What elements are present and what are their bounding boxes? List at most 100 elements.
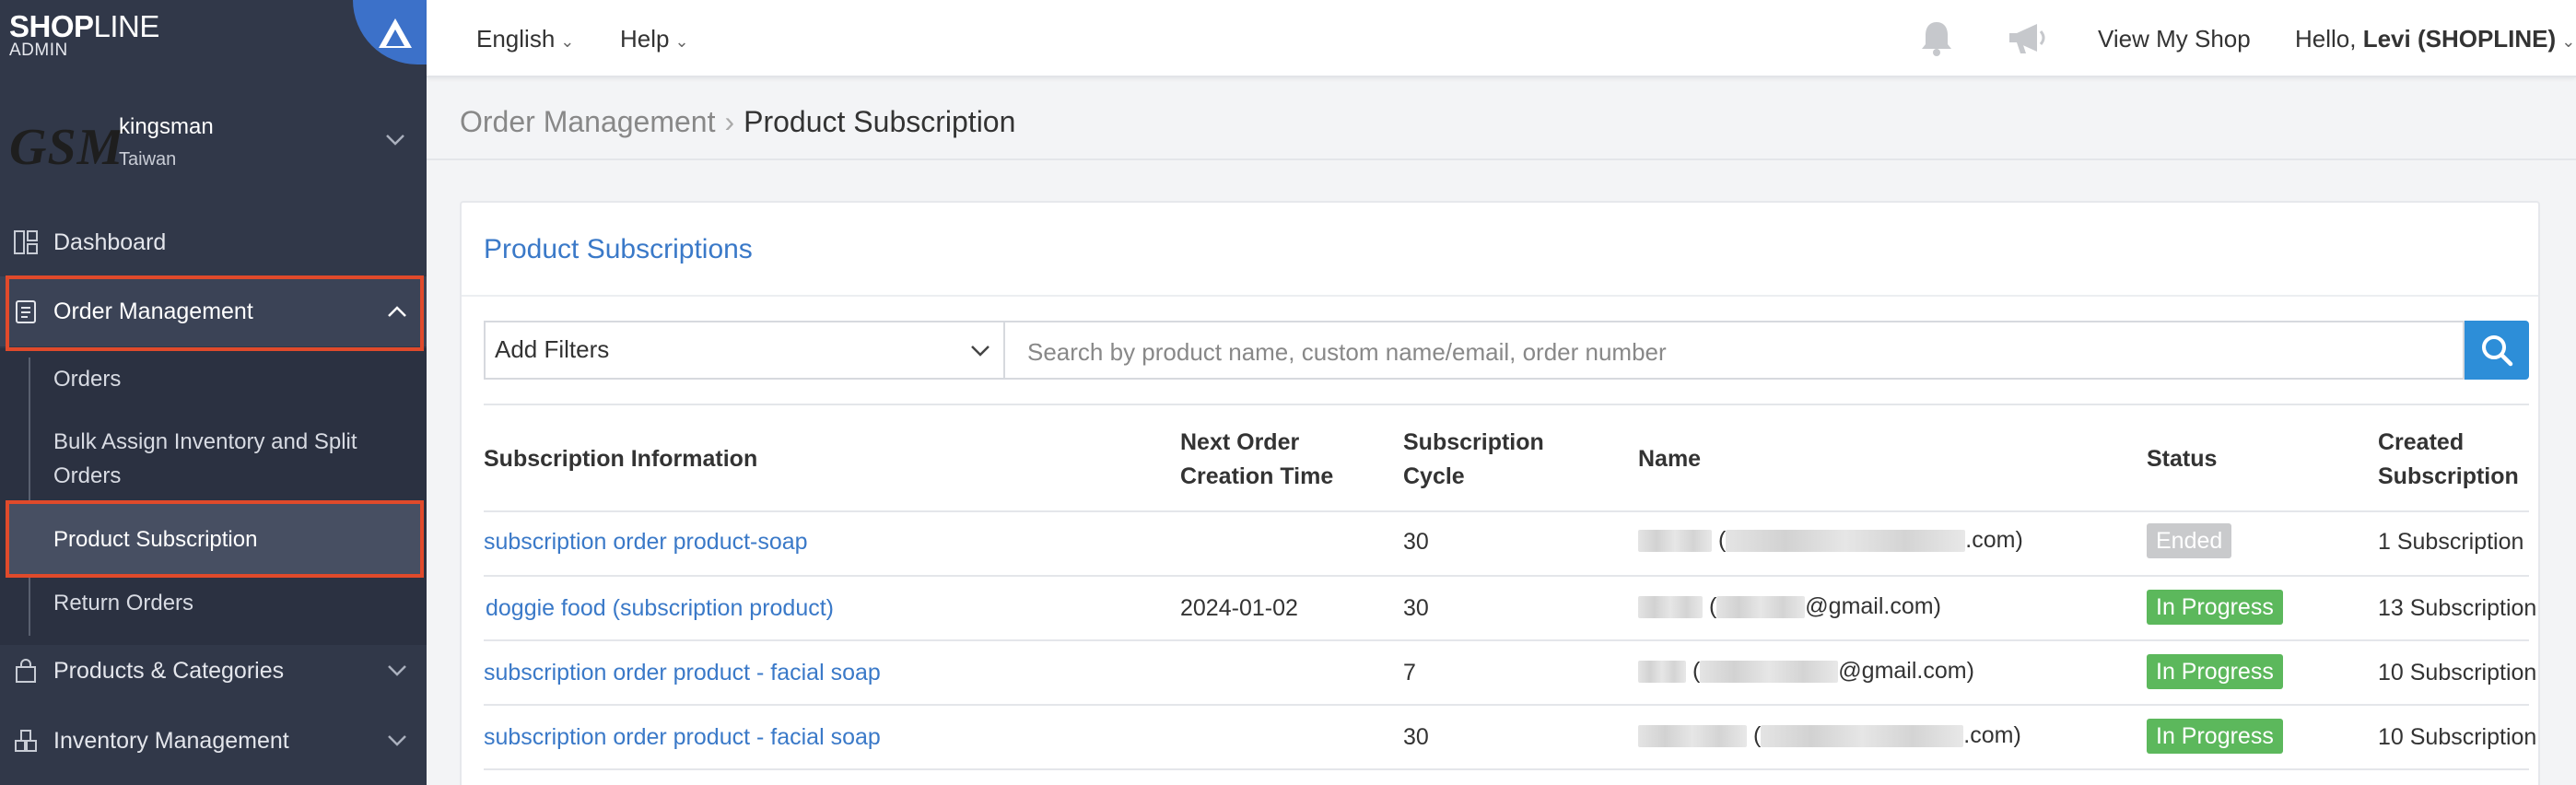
- header-subscription-info[interactable]: Subscription Information: [484, 442, 757, 476]
- panel-divider: [462, 295, 2538, 297]
- panel-title: Product Subscriptions: [484, 234, 753, 264]
- add-filters-select[interactable]: Add Filters: [484, 321, 1003, 380]
- breadcrumb-parent[interactable]: Order Management: [460, 105, 715, 138]
- logo-subtitle: ADMIN: [9, 41, 68, 60]
- header-line: Cycle: [1403, 463, 1465, 489]
- product-link[interactable]: subscription order product - facial soap: [484, 724, 881, 751]
- header-status[interactable]: Status: [2147, 442, 2217, 476]
- sidebar-subitem-bulk-assign[interactable]: Bulk Assign Inventory and Split Orders: [53, 425, 357, 493]
- sidebar-subitem-label-line1: Bulk Assign Inventory and Split: [53, 429, 357, 454]
- header-created-subscription[interactable]: Created Subscription: [2378, 426, 2519, 494]
- sidebar-item-label: Products & Categories: [53, 657, 285, 684]
- status-badge: In Progress: [2147, 590, 2283, 625]
- row-divider: [484, 768, 2529, 770]
- user-name: Levi (SHOPLINE): [2362, 25, 2557, 53]
- view-my-shop-link[interactable]: View My Shop: [2098, 25, 2251, 53]
- email-suffix: @gmail.com): [1838, 658, 1974, 684]
- sidebar-subitem-return-orders[interactable]: Return Orders: [53, 586, 193, 620]
- redacted-name: [1638, 725, 1747, 748]
- breadcrumb-separator-icon: ›: [724, 105, 735, 138]
- product-link[interactable]: doggie food (subscription product): [486, 595, 834, 622]
- megaphone-icon[interactable]: [2006, 18, 2050, 59]
- sidebar-item-inventory[interactable]: Inventory Management: [0, 706, 427, 776]
- user-menu[interactable]: Hello, Levi (SHOPLINE) ⌄: [2295, 25, 2575, 53]
- highlight-product-subscription: [6, 500, 424, 578]
- header-line: Subscription: [2378, 463, 2519, 489]
- row-divider: [484, 575, 2529, 577]
- search-icon: [2482, 335, 2513, 367]
- row-divider: [484, 639, 2529, 641]
- chevron-down-icon: ⌄: [2561, 32, 2576, 51]
- chevron-down-icon: [385, 131, 405, 152]
- logo-corner: [353, 0, 427, 64]
- help-dropdown[interactable]: Help ⌄: [620, 25, 689, 53]
- chevron-down-icon: ⌄: [560, 32, 575, 51]
- logo-bar: SHOPLINE ADMIN: [0, 0, 427, 64]
- chevron-down-icon: [388, 665, 406, 676]
- bell-icon[interactable]: [1917, 18, 1956, 59]
- customer-name: (@gmail.com): [1638, 593, 1941, 620]
- subscription-cycle: 30: [1403, 724, 1429, 750]
- sidebar-subitem-orders[interactable]: Orders: [53, 362, 121, 396]
- store-avatar: GSM: [9, 119, 124, 176]
- sidebar-item-label: Inventory Management: [53, 727, 289, 754]
- created-subscription[interactable]: 13 Subscription: [2378, 595, 2536, 622]
- language-label: English: [476, 25, 556, 53]
- header-name[interactable]: Name: [1638, 442, 1701, 476]
- subscription-cycle: 30: [1403, 529, 1429, 555]
- search-placeholder: Search by product name, custom name/emai…: [1027, 338, 1667, 366]
- logo-text-bold: SHOP: [9, 9, 94, 43]
- sidebar-item-products[interactable]: Products & Categories: [0, 636, 427, 706]
- created-subscription[interactable]: 10 Subscription: [2378, 660, 2536, 686]
- product-link[interactable]: subscription order product-soap: [484, 529, 808, 556]
- subscriptions-panel: Product Subscriptions Add Filters Search…: [460, 201, 2540, 785]
- triangle-logo-icon: [379, 18, 412, 48]
- header-line: Next Order: [1180, 429, 1300, 455]
- redacted-name: [1638, 530, 1712, 553]
- redacted-email: [1716, 596, 1806, 619]
- next-order-time: 2024-01-02: [1180, 595, 1298, 621]
- highlight-order-management: [6, 275, 424, 351]
- store-name: kingsman: [119, 114, 214, 139]
- status-badge: In Progress: [2147, 719, 2283, 754]
- logo-text-thin: LINE: [93, 9, 160, 43]
- language-dropdown[interactable]: English ⌄: [476, 25, 574, 53]
- row-divider: [484, 704, 2529, 706]
- header-line: Creation Time: [1180, 463, 1334, 489]
- customer-name: (.com): [1638, 722, 2021, 749]
- store-region: Taiwan: [119, 149, 177, 170]
- status-badge: Ended: [2147, 523, 2232, 558]
- email-suffix: @gmail.com): [1805, 593, 1941, 619]
- table-top-border: [484, 404, 2529, 405]
- subscription-cycle: 30: [1403, 595, 1429, 621]
- breadcrumb: Order Management › Product Subscription: [460, 105, 1015, 139]
- status-badge: In Progress: [2147, 654, 2283, 689]
- subscription-cycle: 7: [1403, 660, 1416, 685]
- customer-name: ( @gmail.com): [1638, 658, 1974, 685]
- open-paren: (: [1692, 658, 1701, 684]
- search-input[interactable]: Search by product name, custom name/emai…: [1003, 321, 2465, 380]
- product-link[interactable]: subscription order product - facial soap: [484, 660, 881, 686]
- row-divider: [484, 510, 2529, 512]
- redacted-email: [1726, 530, 1966, 553]
- open-paren: (: [1752, 722, 1762, 748]
- filter-label: Add Filters: [495, 335, 610, 363]
- store-switcher[interactable]: GSM kingsman Taiwan: [0, 103, 427, 188]
- chevron-down-icon: [971, 346, 989, 357]
- shopline-logo[interactable]: SHOPLINE ADMIN: [9, 11, 159, 60]
- main-content: Order Management › Product Subscription Pr…: [427, 79, 2576, 785]
- header-next-order-time[interactable]: Next Order Creation Time: [1180, 426, 1333, 494]
- redacted-email: [1700, 661, 1839, 684]
- greeting-text: Hello,: [2295, 25, 2363, 53]
- open-paren: (: [1717, 527, 1727, 553]
- shopping-bag-icon: [16, 659, 36, 683]
- warehouse-icon: [15, 730, 37, 752]
- search-button[interactable]: [2465, 321, 2529, 380]
- header-line: Created: [2378, 429, 2465, 455]
- submenu-guide-line: [29, 357, 30, 636]
- created-subscription[interactable]: 10 Subscription: [2378, 724, 2536, 751]
- customer-name: (.com): [1638, 527, 2023, 554]
- header-subscription-cycle[interactable]: Subscription Cycle: [1403, 426, 1544, 494]
- created-subscription[interactable]: 1 Subscription: [2378, 529, 2523, 556]
- sidebar-item-dashboard[interactable]: Dashboard: [0, 207, 427, 277]
